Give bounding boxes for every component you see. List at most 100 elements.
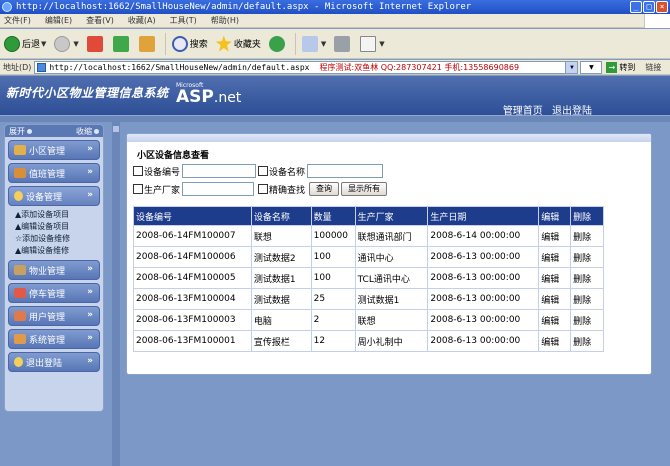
show-all-button[interactable]: 显示所有	[341, 182, 388, 196]
sidebar-item-community[interactable]: 小区管理 »	[8, 140, 100, 160]
home-icon	[138, 35, 155, 52]
minimize-button[interactable]: _	[630, 1, 642, 13]
refresh-icon	[112, 35, 129, 52]
device-name-input[interactable]	[307, 164, 384, 178]
bulb-icon	[14, 191, 23, 201]
vendor-input[interactable]	[182, 182, 255, 196]
chevron-down-icon[interactable]: ▼	[73, 40, 78, 48]
cell-vendor: 周小礼制中	[354, 330, 429, 352]
back-arrow-icon	[4, 35, 20, 52]
device-submenu: ▲添加设备项目 ▲编辑设备项目 ☆添加设备维修 ▲编辑设备维修	[15, 209, 97, 257]
collapse-all-button[interactable]: 收缩	[76, 126, 99, 137]
delete-link[interactable]: 删除	[570, 288, 604, 310]
links-button[interactable]: 链接	[645, 62, 661, 73]
table-header-row: 设备编号 设备名称 数量 生产厂家 生产日期 编辑 删除	[133, 206, 604, 226]
home-button[interactable]	[138, 35, 157, 52]
favorites-button[interactable]: 收藏夹	[215, 35, 261, 52]
cell-device-no: 2008-06-13FM100003	[133, 309, 252, 331]
cell-device-name: 联想	[250, 225, 312, 247]
delete-link[interactable]: 删除	[570, 225, 604, 247]
edit-link[interactable]: 编辑	[538, 309, 572, 331]
expand-all-button[interactable]: 展开	[9, 126, 32, 137]
panel-header	[127, 134, 651, 142]
edit-link[interactable]: 编辑	[538, 267, 572, 289]
sidebar-item-parking[interactable]: 停车管理 »	[8, 283, 100, 303]
sidebar-item-users[interactable]: 用户管理 »	[8, 306, 100, 326]
sidebar-item-logout[interactable]: 退出登陆 »	[8, 352, 100, 372]
chevron-down-icon[interactable]: ▼	[41, 40, 46, 48]
media-button[interactable]	[268, 35, 287, 52]
delete-link[interactable]: 删除	[570, 330, 604, 352]
query-button[interactable]: 查询	[309, 182, 340, 196]
cell-quantity: 100	[310, 267, 356, 289]
menu-bar: 文件(F) 编辑(E) 查看(V) 收藏(A) 工具(T) 帮助(H)	[0, 14, 670, 28]
device-name-checkbox[interactable]	[258, 166, 269, 176]
sidebar-item-label: 值班管理	[29, 169, 66, 180]
table-row: 2008-06-13FM100001 宣传报栏 12 周小礼制中 2008-6-…	[133, 330, 604, 352]
delete-link[interactable]: 删除	[570, 309, 604, 331]
menu-favorites[interactable]: 收藏(A)	[128, 15, 156, 26]
exact-search-checkbox[interactable]	[258, 184, 269, 194]
stop-icon	[86, 35, 103, 52]
submenu-add-device[interactable]: ▲添加设备项目	[15, 209, 97, 221]
aspnet-logo: Microsoft ASP.net	[176, 82, 241, 106]
favorites-label: 收藏夹	[233, 40, 261, 50]
edit-link[interactable]: 编辑	[538, 288, 572, 310]
delete-link[interactable]: 删除	[570, 267, 604, 289]
refresh-button[interactable]	[112, 35, 131, 52]
chevron-down-icon[interactable]: ▼	[321, 40, 326, 48]
col-delete: 删除	[570, 206, 604, 226]
go-button[interactable]: → 转到	[606, 61, 635, 73]
sidebar-item-system[interactable]: 系统管理 »	[8, 329, 100, 349]
print-button[interactable]	[334, 35, 352, 52]
chevron-down-icon[interactable]: ▼	[379, 40, 384, 48]
edit-link[interactable]: 编辑	[538, 225, 572, 247]
back-button[interactable]: 后退 ▼	[4, 35, 46, 52]
device-no-checkbox[interactable]	[133, 166, 143, 176]
vendor-checkbox[interactable]	[133, 184, 143, 194]
search-button[interactable]: 搜索	[171, 35, 208, 52]
cell-quantity: 12	[310, 330, 356, 352]
search-row-2: 生产厂家 精确查找 查询 显示所有	[133, 180, 651, 198]
sidebar-item-property[interactable]: 物业管理 »	[8, 260, 100, 280]
menu-view[interactable]: 查看(V)	[86, 15, 114, 26]
sidebar-splitter[interactable]	[112, 122, 120, 466]
stop-button[interactable]	[86, 35, 105, 52]
sidebar-item-label: 退出登陆	[26, 358, 63, 369]
device-table: 设备编号 设备名称 数量 生产厂家 生产日期 编辑 删除 2008-06-14F…	[133, 206, 604, 352]
submenu-edit-repair[interactable]: ▲编辑设备维修	[15, 245, 97, 257]
edit-link[interactable]: 编辑	[538, 246, 572, 268]
menu-tools[interactable]: 工具(T)	[170, 15, 197, 26]
splitter-handle-icon[interactable]	[113, 126, 119, 132]
toolbar-separator	[294, 32, 296, 55]
forward-button[interactable]: ▼	[54, 35, 79, 52]
edit-button[interactable]: ▼	[360, 35, 385, 52]
sidebar-item-label: 设备管理	[26, 192, 63, 203]
device-name-label: 设备名称	[269, 167, 306, 178]
menu-edit[interactable]: 编辑(E)	[45, 15, 72, 26]
address-input[interactable]: http://localhost:1662/SmallHouseNew/admi…	[34, 60, 579, 74]
cell-date: 2008-6-13 00:00:00	[427, 246, 540, 268]
chevron-down-icon[interactable]: ▼	[565, 61, 578, 73]
building-icon	[14, 145, 26, 155]
cell-quantity: 100	[310, 246, 356, 268]
window-title: http://localhost:1662/SmallHouseNew/admi…	[16, 2, 472, 12]
sidebar-item-device[interactable]: 设备管理 »	[8, 186, 100, 206]
menu-file[interactable]: 文件(F)	[4, 15, 31, 26]
duty-icon	[14, 168, 26, 178]
double-chevron-icon: »	[87, 144, 93, 154]
edit-link[interactable]: 编辑	[538, 330, 572, 352]
delete-link[interactable]: 删除	[570, 246, 604, 268]
submenu-edit-device[interactable]: ▲编辑设备项目	[15, 221, 97, 233]
sidebar: 展开 收缩 小区管理 » 值班管理 » 设备管理 » ▲添加设备项目 ▲编辑设备…	[4, 124, 104, 412]
mail-button[interactable]: ▼	[301, 35, 326, 52]
sidebar-item-label: 物业管理	[29, 266, 66, 277]
close-button[interactable]: ×	[656, 1, 668, 13]
maximize-button[interactable]: □	[643, 1, 655, 13]
address-extra-button[interactable]: ▼	[580, 60, 603, 74]
sidebar-item-duty[interactable]: 值班管理 »	[8, 163, 100, 183]
menu-help[interactable]: 帮助(H)	[211, 15, 239, 26]
address-label: 地址(D)	[3, 62, 32, 72]
device-no-input[interactable]	[182, 164, 257, 178]
submenu-add-repair[interactable]: ☆添加设备维修	[15, 233, 97, 245]
